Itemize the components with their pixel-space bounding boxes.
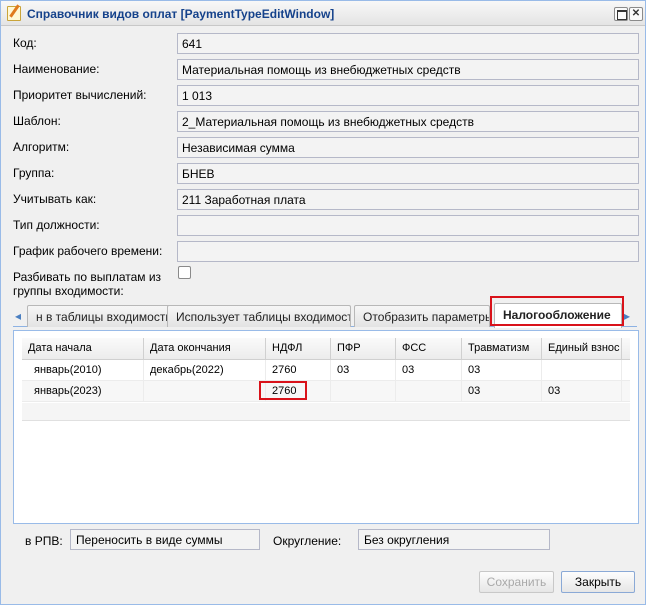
split-label-line1: Разбивать по выплатам из bbox=[13, 270, 162, 284]
group-label: Группа: bbox=[13, 166, 55, 180]
position-type-field[interactable] bbox=[177, 215, 639, 236]
column-header-pfr[interactable]: ПФР bbox=[331, 338, 396, 360]
column-header-injury[interactable]: Травматизм bbox=[462, 338, 542, 360]
position-type-label: Тип должности: bbox=[13, 218, 100, 232]
priority-field[interactable]: 1 013 bbox=[177, 85, 639, 106]
account-as-field[interactable]: 211 Заработная плата bbox=[177, 189, 639, 210]
cell-start-date: январь(2023) bbox=[22, 381, 144, 402]
code-label: Код: bbox=[13, 36, 37, 50]
grid-empty-row bbox=[22, 403, 630, 421]
cell-fss bbox=[396, 381, 462, 402]
algorithm-label: Алгоритм: bbox=[13, 140, 70, 154]
maximize-button[interactable] bbox=[614, 7, 628, 21]
table-row[interactable]: январь(2023) 2760 03 03 bbox=[22, 381, 630, 402]
taxation-tab-highlight bbox=[490, 296, 624, 326]
close-icon[interactable]: ✕ bbox=[629, 7, 643, 21]
schedule-field[interactable] bbox=[177, 241, 639, 262]
group-field[interactable]: БНЕВ bbox=[177, 163, 639, 184]
tab-uses-tables[interactable]: Использует таблицы входимости bbox=[167, 305, 351, 327]
algorithm-field[interactable]: Независимая сумма bbox=[177, 137, 639, 158]
cell-unified-contribution: 03 bbox=[542, 381, 622, 402]
tab-included-in-tables[interactable]: н в таблицы входимости bbox=[27, 305, 173, 327]
tab-scroll-right-icon[interactable]: ▸ bbox=[624, 307, 638, 325]
payment-type-edit-window: Справочник видов оплат [PaymentTypeEditW… bbox=[0, 0, 646, 605]
template-field[interactable]: 2_Материальная помощь из внебюджетных ср… bbox=[177, 111, 639, 132]
window-titlebar[interactable]: Справочник видов оплат [PaymentTypeEditW… bbox=[1, 1, 645, 26]
grid-header: Дата начала Дата окончания НДФЛ ПФР ФСС … bbox=[22, 338, 630, 360]
save-button[interactable]: Сохранить bbox=[479, 571, 554, 593]
cell-injury: 03 bbox=[462, 360, 542, 381]
name-field[interactable]: Материальная помощь из внебюджетных сред… bbox=[177, 59, 639, 80]
template-label: Шаблон: bbox=[13, 114, 61, 128]
cell-end-date bbox=[144, 381, 266, 402]
cell-unified-contribution bbox=[542, 360, 622, 381]
column-header-unified-contribution[interactable]: Единый взнос bbox=[542, 338, 622, 360]
code-field[interactable]: 641 bbox=[177, 33, 639, 54]
account-as-label: Учитывать как: bbox=[13, 192, 97, 206]
rpv-field[interactable]: Переносить в виде суммы bbox=[70, 529, 260, 550]
cell-end-date: декабрь(2022) bbox=[144, 360, 266, 381]
column-header-start-date[interactable]: Дата начала bbox=[22, 338, 144, 360]
table-row[interactable]: январь(2010) декабрь(2022) 2760 03 03 03 bbox=[22, 360, 630, 381]
cell-ndfl: 2760 bbox=[266, 360, 331, 381]
rpv-label: в РПВ: bbox=[25, 534, 63, 548]
close-button[interactable]: Закрыть bbox=[561, 571, 635, 593]
cell-start-date: январь(2010) bbox=[22, 360, 144, 381]
rounding-field[interactable]: Без округления bbox=[358, 529, 550, 550]
column-header-ndfl[interactable]: НДФЛ bbox=[266, 338, 331, 360]
priority-label: Приоритет вычислений: bbox=[13, 88, 147, 102]
split-checkbox[interactable] bbox=[178, 266, 191, 279]
schedule-label: График рабочего времени: bbox=[13, 244, 163, 258]
column-header-fss[interactable]: ФСС bbox=[396, 338, 462, 360]
cell-injury: 03 bbox=[462, 381, 542, 402]
column-header-end-date[interactable]: Дата окончания bbox=[144, 338, 266, 360]
taxation-grid: Дата начала Дата окончания НДФЛ ПФР ФСС … bbox=[13, 330, 639, 524]
rounding-label: Округление: bbox=[273, 534, 342, 548]
cell-pfr bbox=[331, 381, 396, 402]
cell-pfr: 03 bbox=[331, 360, 396, 381]
tab-show-parameters[interactable]: Отобразить параметры bbox=[354, 305, 490, 327]
cell-fss: 03 bbox=[396, 360, 462, 381]
split-label-line2: группы входимости: bbox=[13, 284, 124, 298]
name-label: Наименование: bbox=[13, 62, 100, 76]
edit-icon bbox=[7, 6, 21, 21]
ndfl-cell-highlight bbox=[259, 381, 307, 400]
window-title: Справочник видов оплат [PaymentTypeEditW… bbox=[27, 7, 335, 21]
